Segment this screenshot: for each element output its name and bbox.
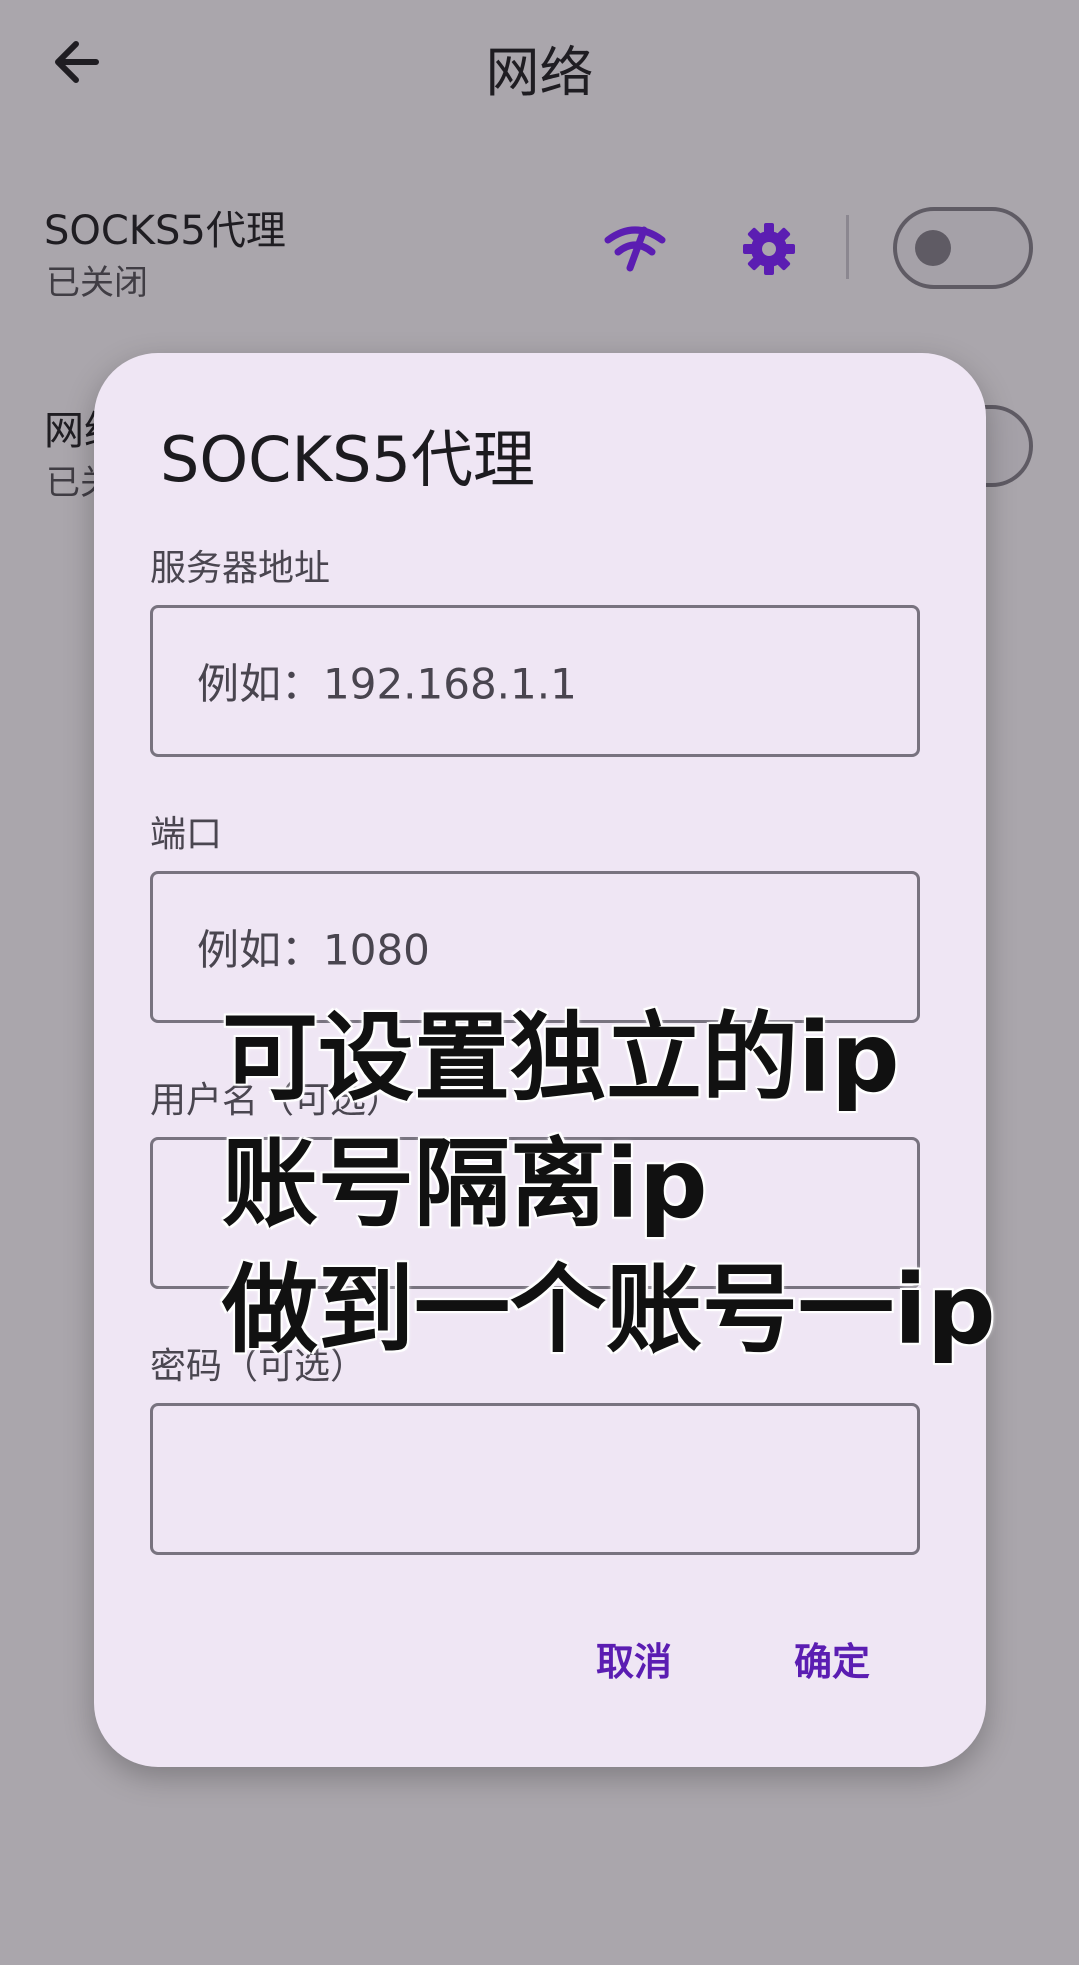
vertical-divider bbox=[846, 215, 849, 279]
ok-button[interactable]: 确定 bbox=[794, 1631, 870, 1686]
caption-line-2: 账号隔离ip bbox=[222, 1128, 708, 1240]
cancel-button[interactable]: 取消 bbox=[596, 1631, 672, 1686]
server-address-label: 服务器地址 bbox=[150, 548, 331, 589]
socks5-row-status: 已关闭 bbox=[46, 263, 148, 303]
page-title: 网络 bbox=[485, 41, 594, 104]
port-label: 端口 bbox=[150, 814, 223, 855]
port-input[interactable]: 例如：1080 bbox=[150, 871, 920, 1023]
toggle-knob bbox=[915, 230, 951, 266]
socks5-row-title: SOCKS5代理 bbox=[44, 208, 286, 254]
server-address-placeholder: 例如：192.168.1.1 bbox=[197, 659, 577, 709]
caption-line-1: 可设置独立的ip bbox=[222, 1002, 900, 1114]
password-input[interactable] bbox=[150, 1403, 920, 1555]
port-placeholder: 例如：1080 bbox=[197, 925, 430, 975]
caption-line-3: 做到一个账号一ip bbox=[222, 1254, 996, 1366]
server-address-input[interactable]: 例如：192.168.1.1 bbox=[150, 605, 920, 757]
gear-icon[interactable] bbox=[742, 222, 796, 276]
dialog-title: SOCKS5代理 bbox=[160, 423, 535, 496]
network-speed-icon[interactable] bbox=[604, 222, 666, 272]
socks5-toggle[interactable] bbox=[893, 207, 1033, 289]
